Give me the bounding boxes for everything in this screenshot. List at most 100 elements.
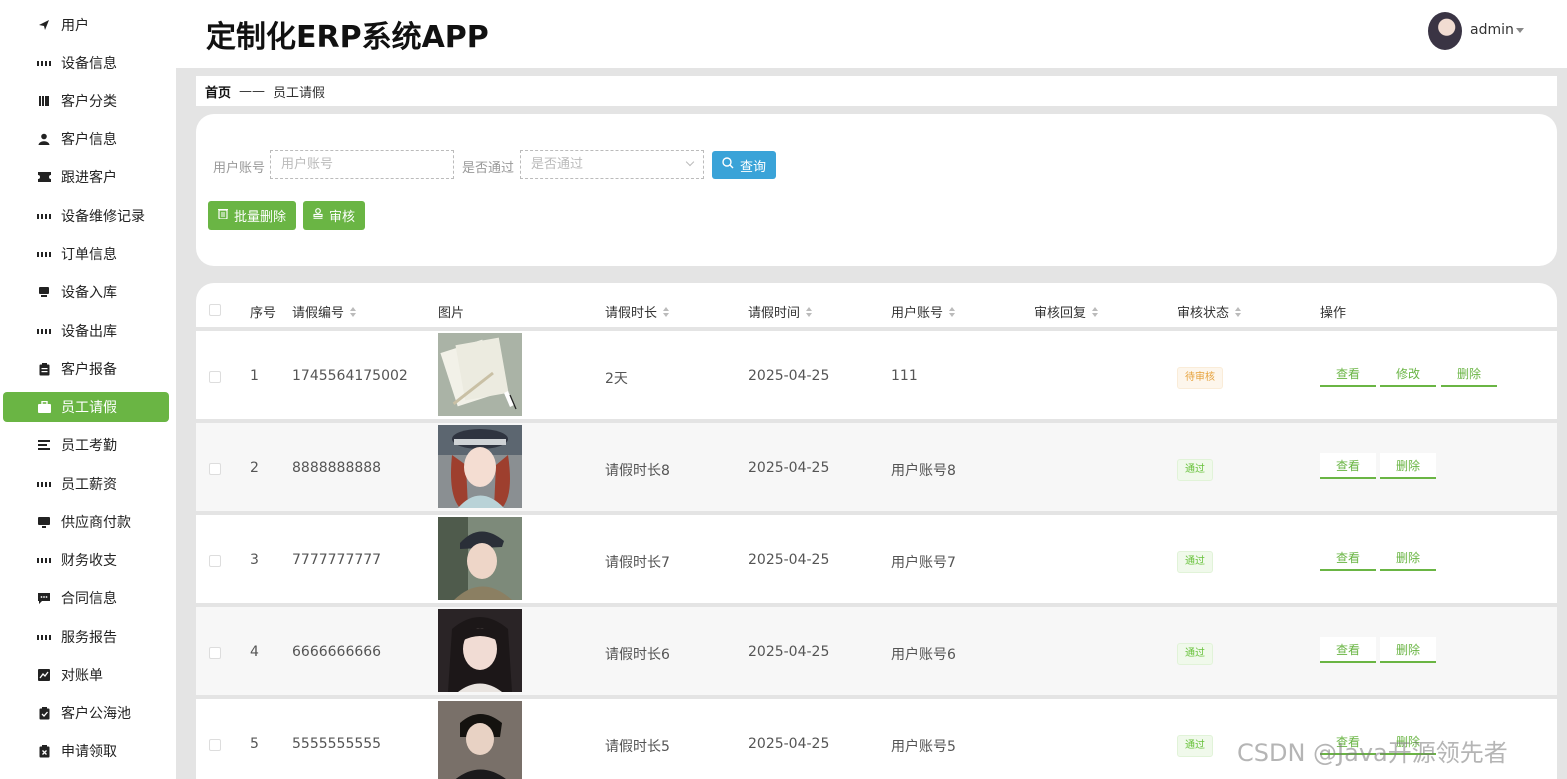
cell-leave-no: 1745564175002 [292,368,408,384]
clipboard-check-icon [37,706,51,720]
caret-down-icon[interactable] [1516,28,1524,33]
row-checkbox[interactable] [209,371,221,383]
sidebar-item-customer-report[interactable]: 客户报备 [3,354,169,384]
delete-button[interactable]: 删除 [1380,545,1436,571]
grid-icon [37,630,51,644]
row-checkbox[interactable] [209,555,221,567]
select-all-checkbox[interactable] [209,304,221,316]
sidebar-item-repair-records[interactable]: 设备维修记录 [3,201,169,231]
sidebar-item-orders[interactable]: 订单信息 [3,239,169,269]
sidebar-item-label: 客户分类 [61,94,117,110]
view-button[interactable]: 查看 [1320,453,1376,479]
user-name[interactable]: admin [1470,22,1514,38]
view-button[interactable]: 查看 [1320,637,1376,663]
leave-image[interactable] [438,333,522,416]
sidebar-item-follow-customer[interactable]: 跟进客户 [3,162,169,192]
delete-button[interactable]: 删除 [1380,637,1436,663]
leave-image[interactable] [438,701,522,779]
chart-icon [37,668,51,682]
table-header: 序号 请假编号 图片 请假时长 请假时间 用户账号 审核回复 审核状态 操作 [196,283,1557,327]
cell-leave-no: 7777777777 [292,552,382,568]
sidebar-item-statement[interactable]: 对账单 [3,660,169,690]
sort-icon[interactable] [949,306,956,317]
sidebar-item-salary[interactable]: 员工薪资 [3,469,169,499]
clipboard-icon [37,362,51,376]
cell-account: 用户账号6 [891,647,956,663]
cell-time: 2025-04-25 [748,368,830,384]
view-button[interactable]: 查看 [1320,361,1376,387]
col-leave-no[interactable]: 请假编号 [292,302,357,321]
sidebar-item-label: 员工考勤 [61,438,117,454]
sidebar-item-supplier-payment[interactable]: 供应商付款 [3,507,169,537]
leave-image[interactable] [438,425,522,508]
monitor-icon [37,515,51,529]
cell-time: 2025-04-25 [748,552,830,568]
cell-account: 111 [891,368,918,384]
cell-index: 3 [250,552,259,568]
sidebar-item-attendance[interactable]: 员工考勤 [3,430,169,460]
avatar[interactable] [1428,12,1462,50]
batch-delete-button[interactable]: 批量删除 [208,201,296,230]
sort-icon[interactable] [1092,306,1099,317]
query-button[interactable]: 查询 [712,151,776,179]
grid-icon [37,324,51,338]
cell-duration: 请假时长7 [605,555,670,571]
breadcrumb-home[interactable]: 首页 [205,82,231,101]
sidebar-item-device-info[interactable]: 设备信息 [3,48,169,78]
cell-account: 用户账号5 [891,739,956,755]
col-duration[interactable]: 请假时长 [605,302,670,321]
pass-select[interactable]: 是否通过 [520,150,704,179]
clipboard-x-icon [37,744,51,758]
delete-button[interactable]: 删除 [1441,361,1497,387]
pass-label: 是否通过 [462,161,515,176]
status-badge: 通过 [1177,459,1213,481]
batch-delete-label: 批量删除 [233,210,286,225]
sidebar-item-finance[interactable]: 财务收支 [3,545,169,575]
sort-icon[interactable] [663,306,670,317]
col-time[interactable]: 请假时间 [748,302,813,321]
sidebar-item-device-in[interactable]: 设备入库 [3,277,169,307]
col-account[interactable]: 用户账号 [891,302,956,321]
col-reply[interactable]: 审核回复 [1034,302,1099,321]
status-badge: 待审核 [1177,367,1223,389]
cell-index: 1 [250,368,259,384]
leave-image[interactable] [438,609,522,692]
sidebar-item-apply-claim[interactable]: 申请领取 [3,736,169,766]
row-checkbox[interactable] [209,739,221,751]
account-search-input[interactable]: 用户账号 [270,150,454,179]
delete-button[interactable]: 删除 [1380,453,1436,479]
sidebar-item-label: 设备入库 [61,285,117,301]
user-icon [37,132,51,146]
sidebar-item-device-out[interactable]: 设备出库 [3,316,169,346]
sidebar-item-public-pool[interactable]: 客户公海池 [3,698,169,728]
table-row: 3 7777777777 请假时长7 2025-04-25 用户账号7 通过 查… [196,515,1557,603]
review-button[interactable]: 审核 [303,201,365,230]
sidebar-item-users[interactable]: 用户 [3,10,169,40]
grid-icon [37,247,51,261]
col-status[interactable]: 审核状态 [1177,302,1242,321]
sidebar-item-label: 设备信息 [61,56,117,72]
sidebar-item-customer-category[interactable]: 客户分类 [3,86,169,116]
cell-duration: 请假时长6 [605,647,670,663]
sort-icon[interactable] [1235,306,1242,317]
sidebar-item-service-report[interactable]: 服务报告 [3,622,169,652]
edit-button[interactable]: 修改 [1380,361,1436,387]
cell-leave-no: 5555555555 [292,736,382,752]
chevron-down-icon [685,157,695,167]
cell-leave-no: 8888888888 [292,460,382,476]
status-badge: 通过 [1177,551,1213,573]
view-button[interactable]: 查看 [1320,545,1376,571]
row-checkbox[interactable] [209,647,221,659]
table-row: 1 1745564175002 2天 2025-04-25 111 待审核 查看… [196,331,1557,419]
table-row: 4 6666666666 请假时长6 2025-04-25 用户账号6 通过 查… [196,607,1557,695]
list-icon [37,438,51,452]
sort-icon[interactable] [350,306,357,317]
grid-icon [37,553,51,567]
sidebar-item-employee-leave[interactable]: 员工请假 [3,392,169,422]
row-checkbox[interactable] [209,463,221,475]
sidebar-item-label: 客户报备 [61,362,117,378]
leave-image[interactable] [438,517,522,600]
sidebar-item-customer-info[interactable]: 客户信息 [3,124,169,154]
sidebar-item-contracts[interactable]: 合同信息 [3,583,169,613]
sort-icon[interactable] [806,306,813,317]
